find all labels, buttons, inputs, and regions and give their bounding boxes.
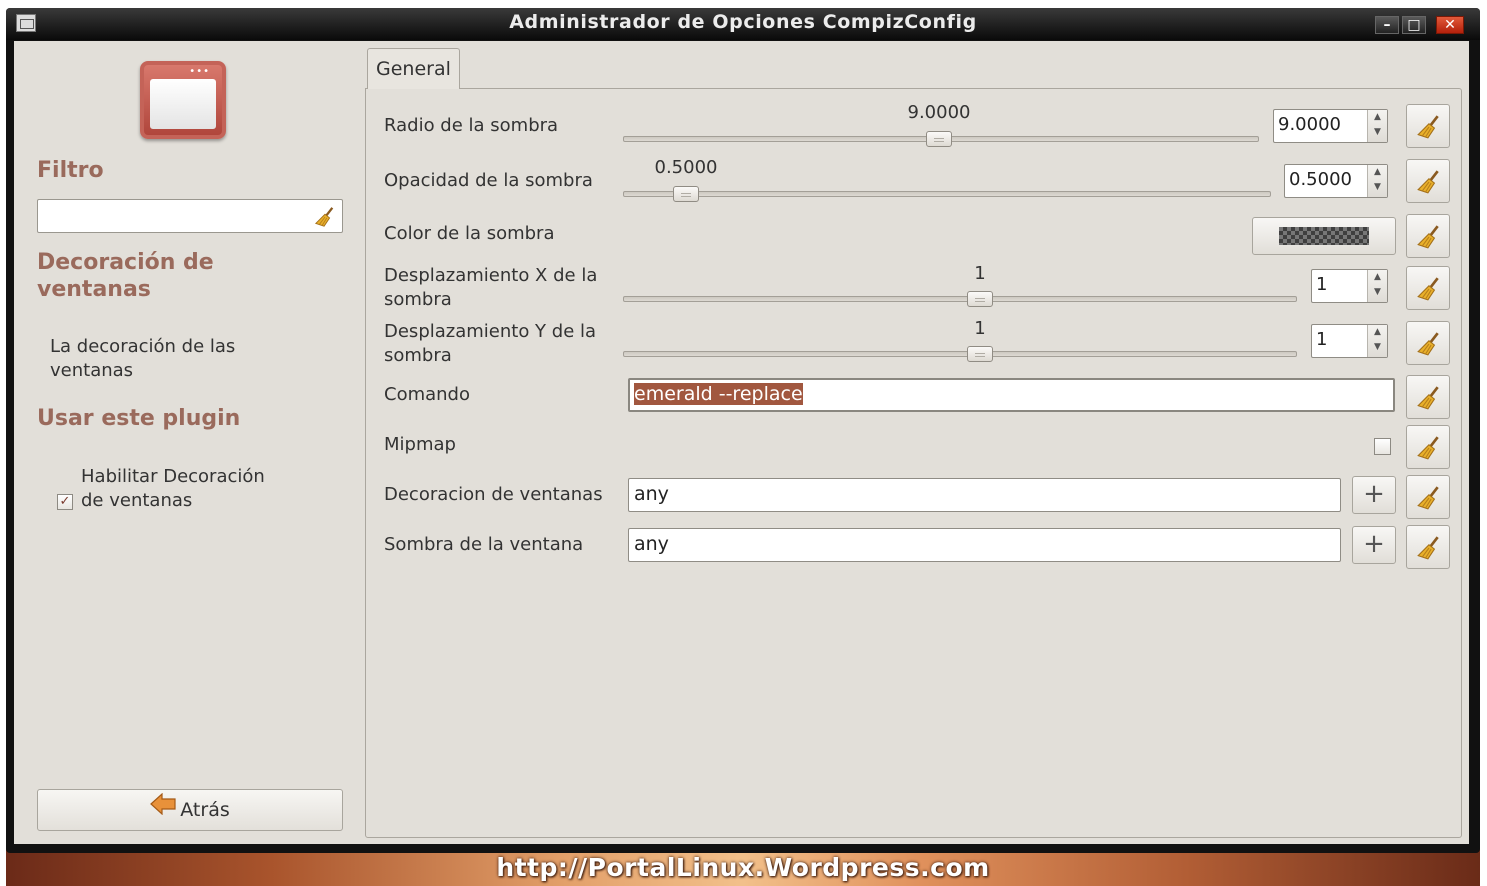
shadow-y-offset-spinbox-value: 1	[1316, 329, 1328, 350]
maximize-button[interactable]: □	[1402, 16, 1426, 34]
broom-icon	[1417, 277, 1439, 301]
enable-plugin-checkbox[interactable]: ✓	[57, 494, 73, 510]
shadow-radius-spinbox-value: 9.0000	[1278, 114, 1341, 135]
broom-icon	[1417, 536, 1439, 560]
shadow-y-offset-slider-value: 1	[974, 318, 986, 339]
shadow-opacity-slider-knob[interactable]	[673, 186, 699, 202]
titlebar[interactable]: Administrador de Opciones CompizConfig –…	[6, 8, 1480, 40]
reset-shadow-x-offset-button[interactable]	[1406, 266, 1450, 310]
reset-shadow-opacity-button[interactable]	[1406, 159, 1450, 203]
shadow-x-offset-spinbox-value: 1	[1316, 274, 1328, 295]
window-decoration-plugin-icon: •••	[140, 61, 226, 139]
command-input[interactable]: emerald --replace	[628, 378, 1395, 412]
window-shadow-label: Sombra de la ventana	[384, 534, 584, 555]
broom-icon	[1417, 386, 1439, 410]
watermark-text: http://PortalLinux.Wordpress.com	[496, 853, 990, 882]
broom-icon	[1417, 332, 1439, 356]
shadow-radius-slider-value: 9.0000	[907, 102, 971, 123]
decoration-windows-input-value: any	[634, 483, 669, 505]
broom-icon	[1417, 170, 1439, 194]
use-plugin-heading: Usar este plugin	[37, 406, 241, 431]
decoration-windows-input[interactable]: any	[628, 478, 1341, 512]
shadow-x-offset-slider-knob[interactable]	[967, 291, 993, 307]
shadow-y-offset-slider-knob[interactable]	[967, 346, 993, 362]
back-button[interactable]: Atrás	[37, 789, 343, 831]
spin-up-icon[interactable]: ▲	[1368, 270, 1387, 285]
tab-general[interactable]: General	[367, 48, 460, 89]
spin-down-icon[interactable]: ▼	[1368, 340, 1387, 355]
app-window: Administrador de Opciones CompizConfig –…	[6, 8, 1480, 853]
shadow-radius-label: Radio de la sombra	[384, 115, 559, 136]
shadow-opacity-spin-buttons[interactable]: ▲ ▼	[1367, 165, 1387, 197]
add-decoration-windows-button[interactable]: +	[1352, 476, 1396, 514]
reset-shadow-y-offset-button[interactable]	[1406, 321, 1450, 365]
plus-icon: +	[1363, 479, 1385, 509]
shadow-x-offset-slider-value: 1	[974, 263, 986, 284]
spin-up-icon[interactable]: ▲	[1368, 325, 1387, 340]
filter-heading: Filtro	[37, 158, 104, 183]
shadow-color-label: Color de la sombra	[384, 223, 555, 244]
enable-plugin-label: Habilitar Decoración de ventanas	[81, 466, 265, 511]
reset-decoration-windows-button[interactable]	[1406, 475, 1450, 519]
shadow-y-offset-spinbox[interactable]: 1 ▲ ▼	[1311, 324, 1388, 358]
decoration-windows-label: Decoracion de ventanas	[384, 484, 603, 505]
window-title: Administrador de Opciones CompizConfig	[509, 11, 977, 33]
reset-shadow-color-button[interactable]	[1406, 214, 1450, 258]
plugin-heading: Decoración de ventanas	[37, 250, 214, 302]
clear-filter-broom-icon[interactable]	[314, 206, 336, 232]
broom-icon	[1417, 486, 1439, 510]
reset-shadow-radius-button[interactable]	[1406, 104, 1450, 148]
add-window-shadow-button[interactable]: +	[1352, 526, 1396, 564]
mipmap-label: Mipmap	[384, 434, 456, 455]
shadow-opacity-slider-value: 0.5000	[654, 157, 718, 178]
spin-down-icon[interactable]: ▼	[1368, 285, 1387, 300]
shadow-radius-slider-knob[interactable]	[926, 131, 952, 147]
shadow-y-offset-spin-buttons[interactable]: ▲ ▼	[1367, 325, 1387, 357]
shadow-x-offset-slider[interactable]	[623, 296, 1297, 302]
shadow-opacity-label: Opacidad de la sombra	[384, 170, 593, 191]
reset-window-shadow-button[interactable]	[1406, 525, 1450, 569]
broom-icon	[1417, 436, 1439, 460]
shadow-opacity-slider[interactable]	[623, 191, 1271, 197]
general-settings-panel	[365, 88, 1462, 838]
minimize-button[interactable]: –	[1375, 16, 1399, 34]
plugin-description: La decoración de las ventanas	[50, 336, 236, 381]
close-button[interactable]: ✕	[1436, 16, 1464, 34]
shadow-radius-spinbox[interactable]: 9.0000 ▲ ▼	[1273, 109, 1388, 143]
window-shadow-input[interactable]: any	[628, 528, 1341, 562]
reset-mipmap-button[interactable]	[1406, 425, 1450, 469]
shadow-x-offset-spinbox[interactable]: 1 ▲ ▼	[1311, 269, 1388, 303]
back-button-label: Atrás	[180, 799, 230, 821]
shadow-x-offset-label: Desplazamiento X de la sombra	[384, 265, 598, 310]
shadow-opacity-spinbox-value: 0.5000	[1289, 169, 1352, 190]
shadow-opacity-spinbox[interactable]: 0.5000 ▲ ▼	[1284, 164, 1388, 198]
color-swatch	[1279, 227, 1369, 245]
arrow-left-icon	[150, 789, 176, 829]
shadow-radius-spin-buttons[interactable]: ▲ ▼	[1367, 110, 1387, 142]
spin-down-icon[interactable]: ▼	[1368, 125, 1387, 140]
spin-up-icon[interactable]: ▲	[1368, 165, 1387, 180]
plus-icon: +	[1363, 529, 1385, 559]
broom-icon	[1417, 225, 1439, 249]
window-content: ••• Filtro Decoración de ventanas La dec…	[14, 41, 1469, 844]
shadow-y-offset-slider[interactable]	[623, 351, 1297, 357]
shadow-y-offset-label: Desplazamiento Y de la sombra	[384, 321, 597, 366]
mipmap-checkbox[interactable]	[1374, 438, 1391, 455]
spin-down-icon[interactable]: ▼	[1368, 180, 1387, 195]
command-input-value: emerald --replace	[634, 383, 803, 405]
filter-input[interactable]	[37, 199, 343, 233]
command-label: Comando	[384, 384, 470, 405]
shadow-color-button[interactable]	[1252, 217, 1396, 255]
reset-command-button[interactable]	[1406, 375, 1450, 419]
shadow-x-offset-spin-buttons[interactable]: ▲ ▼	[1367, 270, 1387, 302]
spin-up-icon[interactable]: ▲	[1368, 110, 1387, 125]
broom-icon	[1417, 115, 1439, 139]
window-shadow-input-value: any	[634, 533, 669, 555]
